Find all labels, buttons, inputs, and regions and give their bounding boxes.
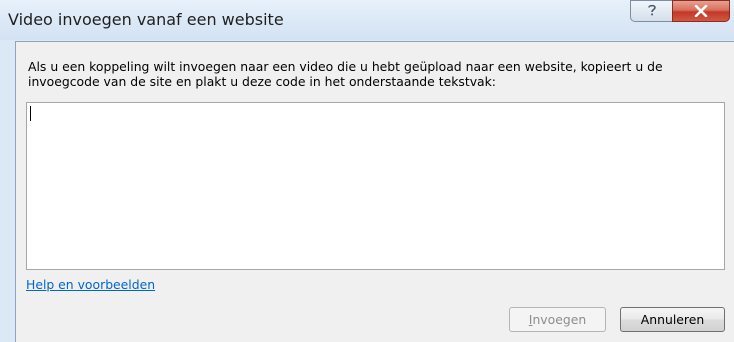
help-examples-link[interactable]: Help en voorbeelden	[26, 277, 155, 292]
help-button[interactable]	[630, 0, 672, 22]
insert-button-label: nvoegen	[532, 312, 587, 327]
question-icon	[646, 2, 658, 21]
caption-buttons	[630, 0, 730, 22]
dialog-body: Als u een koppeling wilt invoegen naar e…	[15, 41, 734, 342]
close-button[interactable]	[672, 0, 730, 22]
text-caret	[30, 106, 31, 121]
dialog-window: Video invoegen vanaf een website Als u e…	[0, 0, 734, 342]
window-title: Video invoegen vanaf een website	[8, 10, 284, 29]
close-icon	[694, 2, 708, 21]
instruction-text: Als u een koppeling wilt invoegen naar e…	[28, 59, 663, 89]
title-bar[interactable]: Video invoegen vanaf een website	[0, 0, 734, 40]
cancel-button[interactable]: Annuleren	[620, 307, 725, 332]
embed-code-input[interactable]	[26, 102, 725, 270]
insert-button[interactable]: Invoegen	[509, 307, 606, 332]
